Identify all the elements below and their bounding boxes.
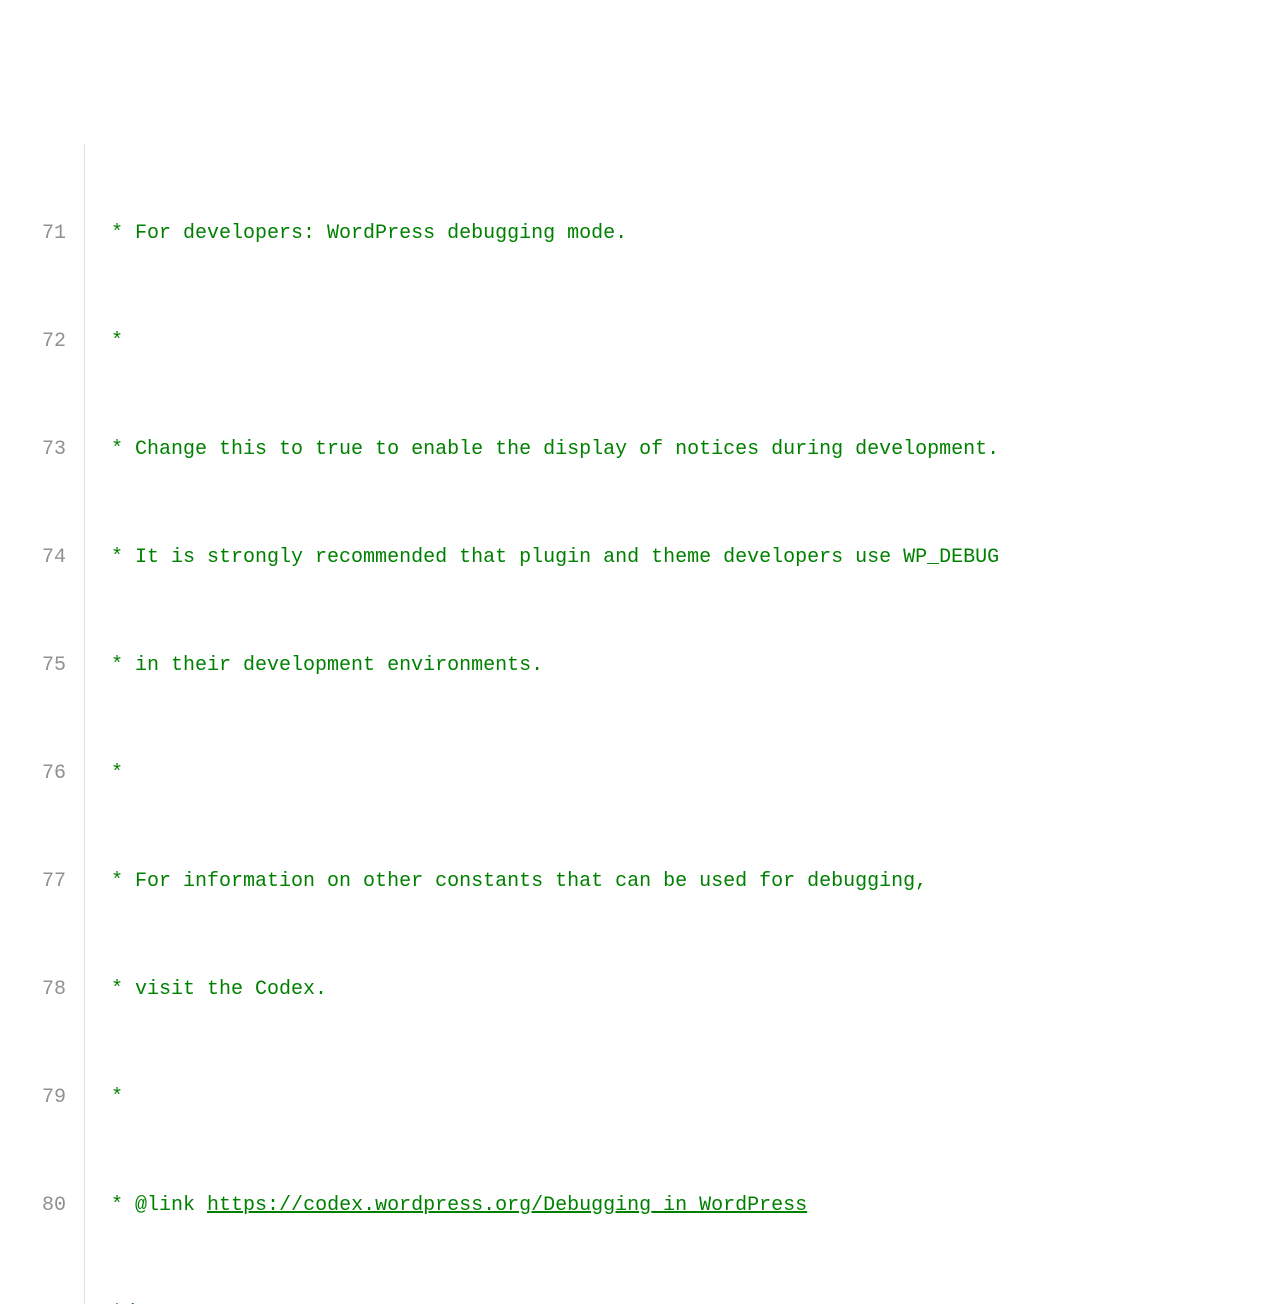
code-line: * @link https://codex.wordpress.org/Debu… [99, 1188, 1272, 1224]
code-editor: 71 72 73 74 75 76 77 78 79 80 81 82 83 8… [0, 144, 1272, 1304]
code-line: * Change this to true to enable the disp… [99, 432, 1272, 468]
line-number: 74 [18, 540, 66, 576]
comment-text: * It is strongly recommended that plugin… [99, 546, 999, 569]
code-line: */ [99, 1296, 1272, 1304]
line-number: 78 [18, 972, 66, 1008]
line-number: 71 [18, 216, 66, 252]
line-number: 77 [18, 864, 66, 900]
line-number: 79 [18, 1080, 66, 1116]
line-number: 73 [18, 432, 66, 468]
comment-text: * [99, 762, 123, 785]
comment-text: * visit the Codex. [99, 978, 327, 1001]
line-number: 76 [18, 756, 66, 792]
code-line: * For information on other constants tha… [99, 864, 1272, 900]
doc-link[interactable]: https://codex.wordpress.org/Debugging_in… [207, 1194, 807, 1217]
code-line: * [99, 1080, 1272, 1116]
code-area[interactable]: * For developers: WordPress debugging mo… [85, 144, 1272, 1304]
line-number: 72 [18, 324, 66, 360]
code-line: * It is strongly recommended that plugin… [99, 540, 1272, 576]
code-line: * [99, 324, 1272, 360]
code-line: * in their development environments. [99, 648, 1272, 684]
comment-text: * [99, 1086, 123, 1109]
line-number: 75 [18, 648, 66, 684]
code-line: * visit the Codex. [99, 972, 1272, 1008]
comment-text: */ [99, 1302, 135, 1304]
comment-text: * For information on other constants tha… [99, 870, 927, 893]
comment-text: * @link [99, 1194, 207, 1217]
code-line: * For developers: WordPress debugging mo… [99, 216, 1272, 252]
comment-text: * Change this to true to enable the disp… [99, 438, 999, 461]
line-number: 81 [18, 1296, 66, 1304]
comment-text: * [99, 330, 123, 353]
code-line: * [99, 756, 1272, 792]
comment-text: * in their development environments. [99, 654, 543, 677]
line-number: 80 [18, 1188, 66, 1224]
comment-text: * For developers: WordPress debugging mo… [99, 222, 627, 245]
line-number-gutter: 71 72 73 74 75 76 77 78 79 80 81 82 83 8… [0, 144, 85, 1304]
